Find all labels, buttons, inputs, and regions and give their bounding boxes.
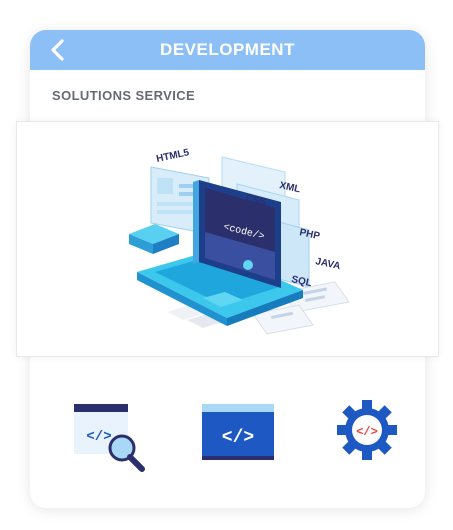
tool-icons-row: </> </> </>: [30, 390, 425, 480]
code-window-button[interactable]: </>: [200, 390, 276, 476]
server-block: [129, 224, 179, 254]
section-subtitle: SOLUTIONS SERVICE: [52, 88, 196, 103]
laptop-code-illustration: HTML5 CSS XML PHP JAVA SQL <code/>: [129, 147, 350, 335]
code-glyph: </>: [222, 428, 254, 448]
code-gear-icon: </>: [337, 400, 397, 460]
tag-html5: HTML5: [155, 147, 190, 165]
tag-java: JAVA: [314, 256, 341, 272]
code-gear-button[interactable]: </>: [336, 390, 398, 476]
code-glyph: </>: [86, 429, 111, 445]
hero-illustration: HTML5 CSS XML PHP JAVA SQL <code/>: [16, 121, 439, 357]
header-bar: DEVELOPMENT: [30, 30, 425, 70]
code-search-icon: </>: [74, 404, 145, 472]
code-glyph: </>: [356, 425, 378, 439]
code-window-icon: </>: [202, 404, 274, 460]
code-search-button[interactable]: </>: [74, 390, 146, 476]
page-title: DEVELOPMENT: [160, 40, 295, 59]
